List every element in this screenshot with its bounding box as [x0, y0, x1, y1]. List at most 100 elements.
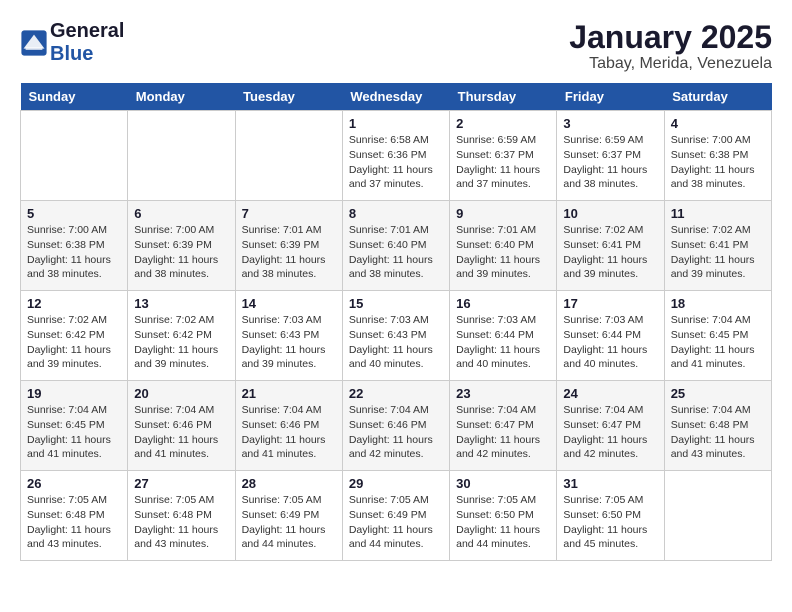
- day-number: 17: [563, 296, 657, 311]
- day-number: 22: [349, 386, 443, 401]
- day-info: Sunrise: 7:01 AMSunset: 6:40 PMDaylight:…: [349, 223, 443, 282]
- calendar-cell: 5 Sunrise: 7:00 AMSunset: 6:38 PMDaylight…: [21, 201, 128, 291]
- day-info: Sunrise: 6:59 AMSunset: 6:37 PMDaylight:…: [563, 133, 657, 192]
- days-header-row: SundayMondayTuesdayWednesdayThursdayFrid…: [21, 83, 772, 111]
- day-number: 19: [27, 386, 121, 401]
- calendar-cell: 3Sunrise: 6:59 AMSunset: 6:37 PMDaylight…: [557, 111, 664, 201]
- calendar-cell: [664, 471, 771, 561]
- day-info: Sunrise: 7:02 AMSunset: 6:41 PMDaylight:…: [671, 223, 765, 282]
- day-info: Sunrise: 7:00 AMSunset: 6:38 PMDaylight:…: [27, 223, 121, 282]
- day-info: Sunrise: 7:05 AMSunset: 6:50 PMDaylight:…: [456, 493, 550, 552]
- day-info: Sunrise: 7:05 AMSunset: 6:50 PMDaylight:…: [563, 493, 657, 552]
- calendar-cell: 7 Sunrise: 7:01 AMSunset: 6:39 PMDaylight…: [235, 201, 342, 291]
- day-info: Sunrise: 7:05 AMSunset: 6:48 PMDaylight:…: [27, 493, 121, 552]
- calendar-cell: 26 Sunrise: 7:05 AMSunset: 6:48 PMDayligh…: [21, 471, 128, 561]
- day-info: Sunrise: 7:01 AMSunset: 6:39 PMDaylight:…: [242, 223, 336, 282]
- day-number: 5: [27, 206, 121, 221]
- calendar-cell: [128, 111, 235, 201]
- day-number: 23: [456, 386, 550, 401]
- day-info: Sunrise: 6:58 AMSunset: 6:36 PMDaylight:…: [349, 133, 443, 192]
- calendar-cell: 14 Sunrise: 7:03 AMSunset: 6:43 PMDayligh…: [235, 291, 342, 381]
- week-row-1: 1 Sunrise: 6:58 AMSunset: 6:36 PMDaylight…: [21, 111, 772, 201]
- day-info: Sunrise: 7:00 AMSunset: 6:38 PMDaylight:…: [671, 133, 765, 192]
- day-number: 8: [349, 206, 443, 221]
- header-monday: Monday: [128, 83, 235, 111]
- day-number: 4: [671, 116, 765, 131]
- calendar-title: January 2025: [569, 20, 772, 55]
- calendar-cell: 29 Sunrise: 7:05 AMSunset: 6:49 PMDayligh…: [342, 471, 449, 561]
- calendar-cell: 10 Sunrise: 7:02 AMSunset: 6:41 PMDayligh…: [557, 201, 664, 291]
- calendar-cell: 13Sunrise: 7:02 AMSunset: 6:42 PMDayligh…: [128, 291, 235, 381]
- day-number: 24: [563, 386, 657, 401]
- day-number: 18: [671, 296, 765, 311]
- calendar-cell: 19Sunrise: 7:04 AMSunset: 6:45 PMDayligh…: [21, 381, 128, 471]
- day-number: 1: [349, 116, 443, 131]
- logo-icon: [20, 29, 48, 57]
- calendar-cell: 17 Sunrise: 7:03 AMSunset: 6:44 PMDayligh…: [557, 291, 664, 381]
- header-friday: Friday: [557, 83, 664, 111]
- day-info: Sunrise: 7:04 AMSunset: 6:46 PMDaylight:…: [349, 403, 443, 462]
- week-row-3: 12 Sunrise: 7:02 AMSunset: 6:42 PMDayligh…: [21, 291, 772, 381]
- day-info: Sunrise: 7:03 AMSunset: 6:43 PMDaylight:…: [242, 313, 336, 372]
- day-info: Sunrise: 7:04 AMSunset: 6:46 PMDaylight:…: [134, 403, 228, 462]
- day-info: Sunrise: 7:02 AMSunset: 6:42 PMDaylight:…: [27, 313, 121, 372]
- week-row-4: 19Sunrise: 7:04 AMSunset: 6:45 PMDayligh…: [21, 381, 772, 471]
- calendar-cell: 2 Sunrise: 6:59 AMSunset: 6:37 PMDaylight…: [450, 111, 557, 201]
- calendar-cell: 12 Sunrise: 7:02 AMSunset: 6:42 PMDayligh…: [21, 291, 128, 381]
- day-info: Sunrise: 7:05 AMSunset: 6:48 PMDaylight:…: [134, 493, 228, 552]
- day-number: 10: [563, 206, 657, 221]
- calendar-cell: 28Sunrise: 7:05 AMSunset: 6:49 PMDayligh…: [235, 471, 342, 561]
- day-number: 9: [456, 206, 550, 221]
- week-row-5: 26 Sunrise: 7:05 AMSunset: 6:48 PMDayligh…: [21, 471, 772, 561]
- header-thursday: Thursday: [450, 83, 557, 111]
- day-number: 25: [671, 386, 765, 401]
- day-number: 26: [27, 476, 121, 491]
- day-info: Sunrise: 7:03 AMSunset: 6:44 PMDaylight:…: [563, 313, 657, 372]
- calendar-cell: 9 Sunrise: 7:01 AMSunset: 6:40 PMDaylight…: [450, 201, 557, 291]
- calendar-cell: 18 Sunrise: 7:04 AMSunset: 6:45 PMDayligh…: [664, 291, 771, 381]
- day-info: Sunrise: 7:02 AMSunset: 6:41 PMDaylight:…: [563, 223, 657, 282]
- calendar-cell: 23 Sunrise: 7:04 AMSunset: 6:47 PMDayligh…: [450, 381, 557, 471]
- header-saturday: Saturday: [664, 83, 771, 111]
- day-number: 6: [134, 206, 228, 221]
- calendar-cell: 31Sunrise: 7:05 AMSunset: 6:50 PMDayligh…: [557, 471, 664, 561]
- day-number: 2: [456, 116, 550, 131]
- calendar-cell: 15Sunrise: 7:03 AMSunset: 6:43 PMDayligh…: [342, 291, 449, 381]
- day-number: 11: [671, 206, 765, 221]
- day-info: Sunrise: 7:03 AMSunset: 6:44 PMDaylight:…: [456, 313, 550, 372]
- calendar-cell: 11 Sunrise: 7:02 AMSunset: 6:41 PMDayligh…: [664, 201, 771, 291]
- calendar-cell: 24Sunrise: 7:04 AMSunset: 6:47 PMDayligh…: [557, 381, 664, 471]
- day-info: Sunrise: 7:05 AMSunset: 6:49 PMDaylight:…: [349, 493, 443, 552]
- day-info: Sunrise: 7:01 AMSunset: 6:40 PMDaylight:…: [456, 223, 550, 282]
- logo-general: General: [50, 20, 124, 43]
- day-info: Sunrise: 7:04 AMSunset: 6:46 PMDaylight:…: [242, 403, 336, 462]
- calendar-cell: 6Sunrise: 7:00 AMSunset: 6:39 PMDaylight…: [128, 201, 235, 291]
- calendar-cell: 4 Sunrise: 7:00 AMSunset: 6:38 PMDaylight…: [664, 111, 771, 201]
- header-wednesday: Wednesday: [342, 83, 449, 111]
- day-number: 21: [242, 386, 336, 401]
- calendar-cell: [21, 111, 128, 201]
- day-number: 16: [456, 296, 550, 311]
- day-info: Sunrise: 7:04 AMSunset: 6:47 PMDaylight:…: [456, 403, 550, 462]
- day-number: 27: [134, 476, 228, 491]
- calendar-cell: 20 Sunrise: 7:04 AMSunset: 6:46 PMDayligh…: [128, 381, 235, 471]
- calendar-cell: 27 Sunrise: 7:05 AMSunset: 6:48 PMDayligh…: [128, 471, 235, 561]
- day-info: Sunrise: 7:04 AMSunset: 6:45 PMDaylight:…: [671, 313, 765, 372]
- calendar-cell: 30 Sunrise: 7:05 AMSunset: 6:50 PMDayligh…: [450, 471, 557, 561]
- day-number: 12: [27, 296, 121, 311]
- day-number: 20: [134, 386, 228, 401]
- day-number: 29: [349, 476, 443, 491]
- day-number: 13: [134, 296, 228, 311]
- logo-blue: Blue: [50, 43, 124, 66]
- page-header: General Blue January 2025 Tabay, Merida,…: [20, 20, 772, 73]
- day-number: 14: [242, 296, 336, 311]
- calendar-cell: 1 Sunrise: 6:58 AMSunset: 6:36 PMDaylight…: [342, 111, 449, 201]
- calendar-cell: [235, 111, 342, 201]
- day-info: Sunrise: 6:59 AMSunset: 6:37 PMDaylight:…: [456, 133, 550, 192]
- week-row-2: 5 Sunrise: 7:00 AMSunset: 6:38 PMDaylight…: [21, 201, 772, 291]
- day-number: 7: [242, 206, 336, 221]
- calendar-cell: 22 Sunrise: 7:04 AMSunset: 6:46 PMDayligh…: [342, 381, 449, 471]
- calendar-cell: 8 Sunrise: 7:01 AMSunset: 6:40 PMDaylight…: [342, 201, 449, 291]
- day-info: Sunrise: 7:03 AMSunset: 6:43 PMDaylight:…: [349, 313, 443, 372]
- day-number: 30: [456, 476, 550, 491]
